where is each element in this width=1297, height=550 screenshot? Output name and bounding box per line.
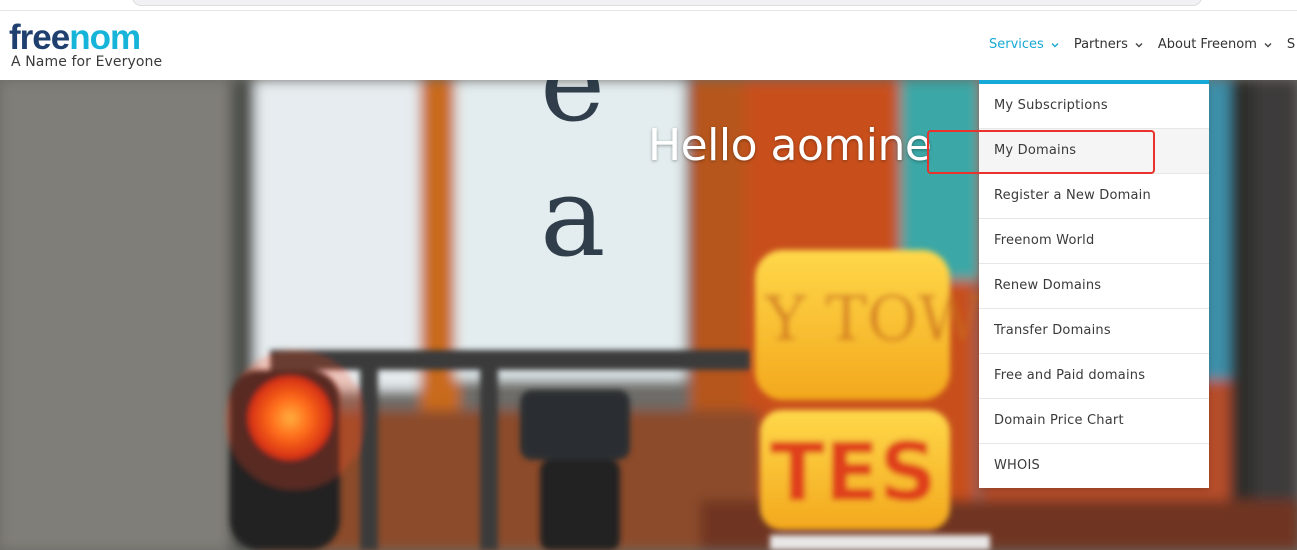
browser-top-strip: [0, 0, 1297, 11]
freenom-logo[interactable]: freenom A Name for Everyone: [9, 18, 163, 70]
svg-text:TES: TES: [770, 426, 937, 519]
logo-free-part: free: [9, 18, 70, 57]
svg-text:e: e: [540, 80, 605, 146]
hero-greeting: Hello aomine: [648, 120, 932, 171]
menu-item-free-paid-domains[interactable]: Free and Paid domains: [979, 354, 1209, 399]
nav-services[interactable]: Services: [989, 37, 1060, 52]
browser-address-bar[interactable]: [132, 0, 1202, 6]
chevron-down-icon: [1135, 42, 1143, 47]
annotation-highlight-box: [927, 130, 1155, 174]
menu-item-whois[interactable]: WHOIS: [979, 444, 1209, 488]
logo-tagline: A Name for Everyone: [11, 54, 163, 70]
nav-item-truncated[interactable]: S: [1287, 37, 1295, 52]
nav-partners[interactable]: Partners: [1074, 37, 1144, 52]
chevron-down-icon: [1051, 42, 1059, 47]
menu-item-register-domain[interactable]: Register a New Domain: [979, 174, 1209, 219]
nav-services-label: Services: [989, 37, 1044, 52]
menu-item-renew-domains[interactable]: Renew Domains: [979, 264, 1209, 309]
svg-text:a: a: [540, 153, 606, 281]
nav-about-freenom[interactable]: About Freenom: [1158, 37, 1273, 52]
nav-partners-label: Partners: [1073, 37, 1128, 52]
chevron-down-icon: [1264, 42, 1272, 47]
menu-item-domain-price-chart[interactable]: Domain Price Chart: [979, 399, 1209, 444]
nav-truncated-label: S: [1286, 37, 1296, 52]
main-nav: Services Partners About Freenom S: [989, 37, 1295, 52]
site-header: freenom A Name for Everyone Services Par…: [0, 11, 1297, 80]
menu-item-freenom-world[interactable]: Freenom World: [979, 219, 1209, 264]
logo-nom-part: nom: [69, 18, 141, 57]
nav-about-label: About Freenom: [1157, 37, 1257, 52]
logo-wordmark: freenom: [9, 18, 162, 57]
menu-item-transfer-domains[interactable]: Transfer Domains: [979, 309, 1209, 354]
menu-item-my-subscriptions[interactable]: My Subscriptions: [979, 84, 1209, 129]
